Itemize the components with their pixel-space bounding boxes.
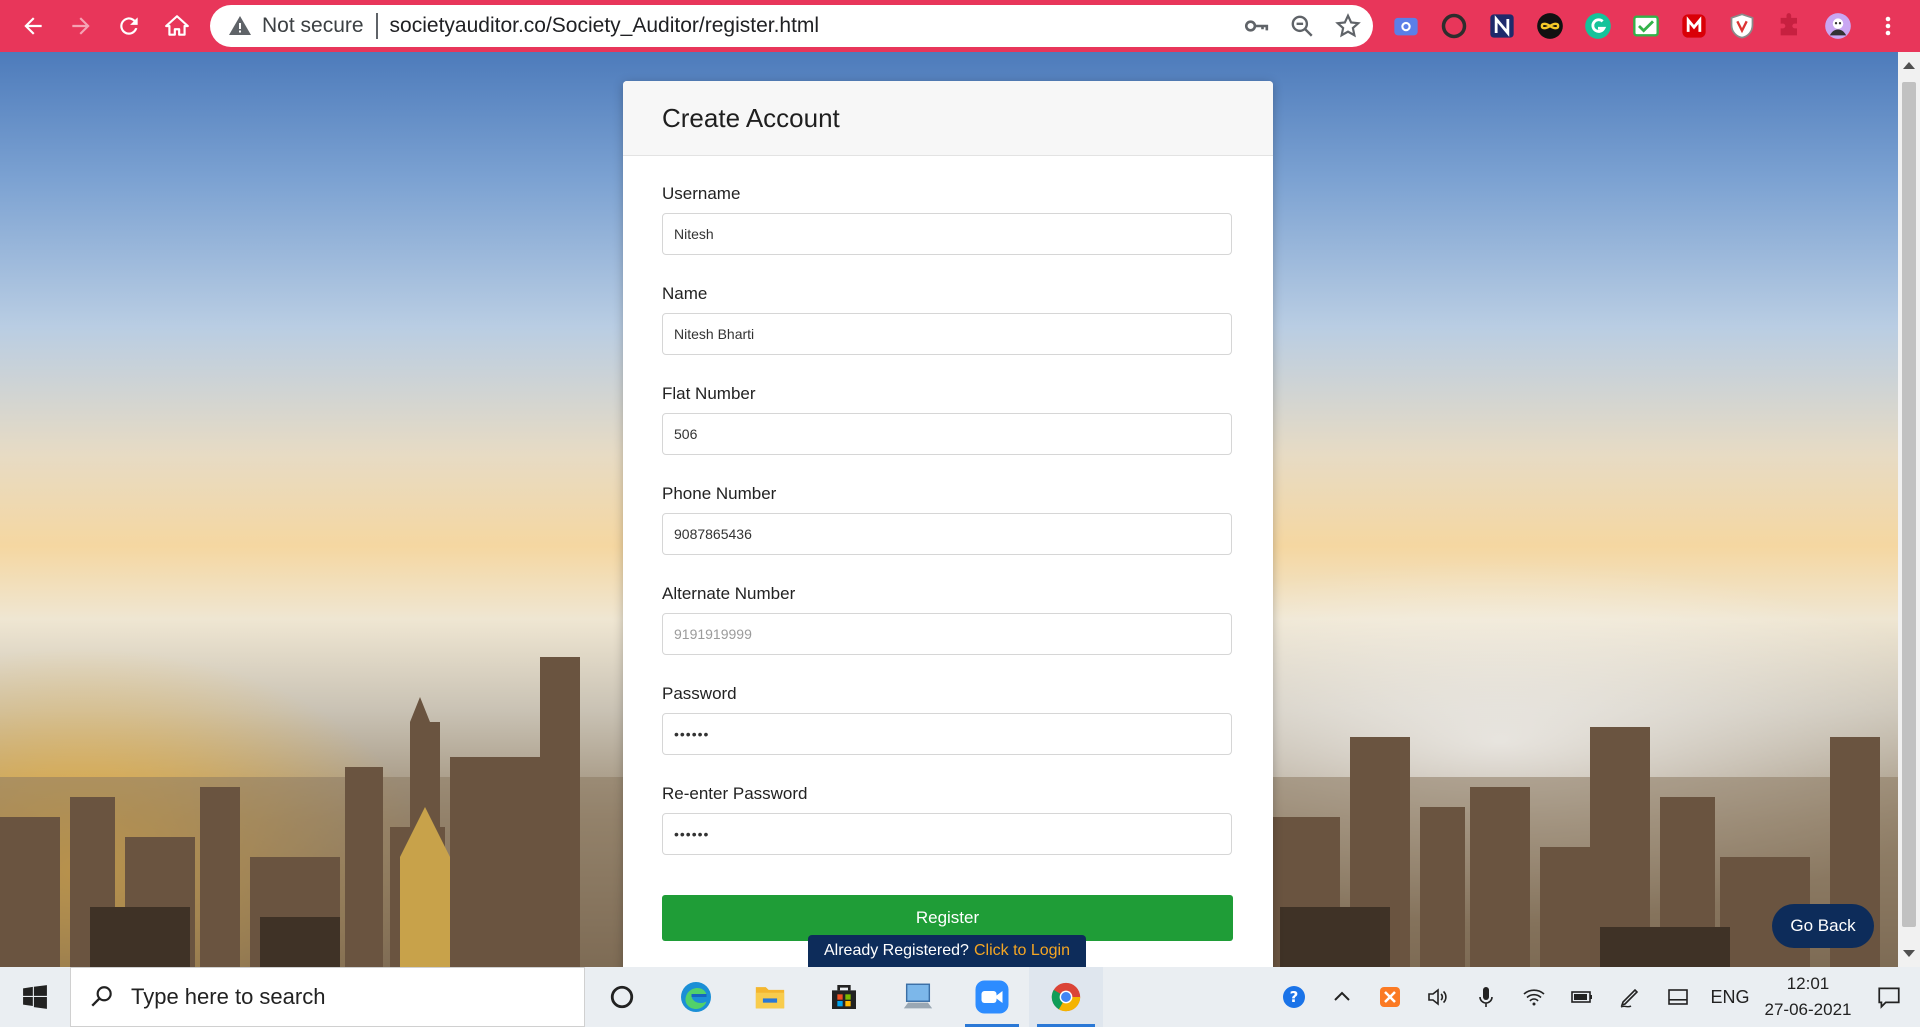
create-account-card: Create Account Username Name Flat Number…: [623, 81, 1273, 971]
already-registered-bar: Already Registered? Click to Login: [808, 935, 1086, 967]
scroll-down-arrow[interactable]: [1903, 950, 1915, 957]
cortana-icon[interactable]: [585, 967, 659, 1027]
name-label: Name: [662, 284, 708, 303]
notification-icon[interactable]: [1858, 967, 1920, 1027]
chrome-icon[interactable]: [1029, 967, 1103, 1027]
key-icon[interactable]: [1243, 13, 1269, 39]
clock-date: 27-06-2021: [1764, 1000, 1852, 1019]
flat-number-field[interactable]: [662, 413, 1232, 455]
wifi-icon[interactable]: [1510, 967, 1558, 1027]
search-placeholder: Type here to search: [131, 984, 326, 1009]
edge-icon[interactable]: [659, 967, 733, 1027]
address-bar[interactable]: Not secure societyauditor.co/Society_Aud…: [210, 5, 1373, 47]
shield-icon[interactable]: [1724, 8, 1760, 44]
security-label[interactable]: Not secure: [262, 14, 364, 38]
home-icon[interactable]: [154, 3, 200, 49]
opera-icon[interactable]: [1436, 8, 1472, 44]
clock-time: 12:01: [1786, 974, 1830, 993]
alternate-number-field[interactable]: [662, 613, 1232, 655]
xampp-icon[interactable]: [1366, 967, 1414, 1027]
notion-icon[interactable]: [1484, 8, 1520, 44]
flat-number-label: Flat Number: [662, 384, 756, 403]
reenter-password-label: Re-enter Password: [662, 784, 808, 803]
zoom-icon[interactable]: [1289, 13, 1315, 39]
username-label: Username: [662, 184, 741, 203]
chevron-up-icon[interactable]: [1318, 967, 1366, 1027]
scroll-thumb[interactable]: [1902, 82, 1916, 927]
infinity-icon[interactable]: [1532, 8, 1568, 44]
star-icon[interactable]: [1335, 13, 1361, 39]
windows-taskbar: Type here to search ? ENG 12:01 27-06-20…: [0, 967, 1920, 1027]
reload-icon[interactable]: [106, 3, 152, 49]
email-tracker-icon[interactable]: [1628, 8, 1664, 44]
phone-number-field[interactable]: [662, 513, 1232, 555]
search-icon: [91, 986, 112, 1007]
language-indicator[interactable]: ENG: [1702, 987, 1758, 1008]
username-field[interactable]: [662, 213, 1232, 255]
url-text[interactable]: societyauditor.co/Society_Auditor/regist…: [390, 14, 820, 38]
speaker-icon[interactable]: [1414, 967, 1462, 1027]
taskbar-search-box[interactable]: Type here to search: [70, 967, 585, 1027]
help-icon[interactable]: ?: [1270, 967, 1318, 1027]
already-registered-text: Already Registered?: [823, 942, 969, 959]
svg-text:?: ?: [1290, 988, 1299, 1006]
phone-number-label: Phone Number: [662, 484, 777, 503]
battery-icon[interactable]: [1558, 967, 1606, 1027]
file-explorer-icon[interactable]: [733, 967, 807, 1027]
zoom-app-icon[interactable]: [955, 967, 1029, 1027]
microphone-icon[interactable]: [1462, 967, 1510, 1027]
reenter-password-field[interactable]: [662, 813, 1232, 855]
clock[interactable]: 12:01 27-06-2021: [1758, 971, 1858, 1023]
go-back-button[interactable]: Go Back: [1772, 904, 1874, 948]
browser-toolbar: Not secure societyauditor.co/Society_Aud…: [0, 0, 1920, 52]
mega-icon[interactable]: [1676, 8, 1712, 44]
scroll-up-arrow[interactable]: [1903, 62, 1915, 69]
omnibox-separator: [375, 13, 378, 39]
password-label: Password: [662, 684, 737, 703]
warning-icon: [229, 16, 251, 35]
screenshot-icon[interactable]: [1388, 8, 1424, 44]
back-arrow-icon[interactable]: [10, 3, 56, 49]
name-field[interactable]: [662, 313, 1232, 355]
page-title: Create Account: [662, 103, 840, 133]
profile-avatar[interactable]: [1820, 8, 1856, 44]
password-field[interactable]: [662, 713, 1232, 755]
more-vert-icon[interactable]: [1870, 8, 1906, 44]
puzzle-icon[interactable]: [1772, 8, 1808, 44]
grammarly-icon[interactable]: [1580, 8, 1616, 44]
tablet-icon[interactable]: [1654, 967, 1702, 1027]
windows-start-icon[interactable]: [0, 967, 70, 1027]
store-icon[interactable]: [807, 967, 881, 1027]
forward-arrow-icon[interactable]: [58, 3, 104, 49]
pen-icon[interactable]: [1606, 967, 1654, 1027]
login-link[interactable]: Click to Login: [974, 942, 1070, 960]
computer-icon[interactable]: [881, 967, 955, 1027]
vertical-scrollbar[interactable]: [1898, 52, 1920, 967]
alternate-number-label: Alternate Number: [662, 584, 796, 603]
